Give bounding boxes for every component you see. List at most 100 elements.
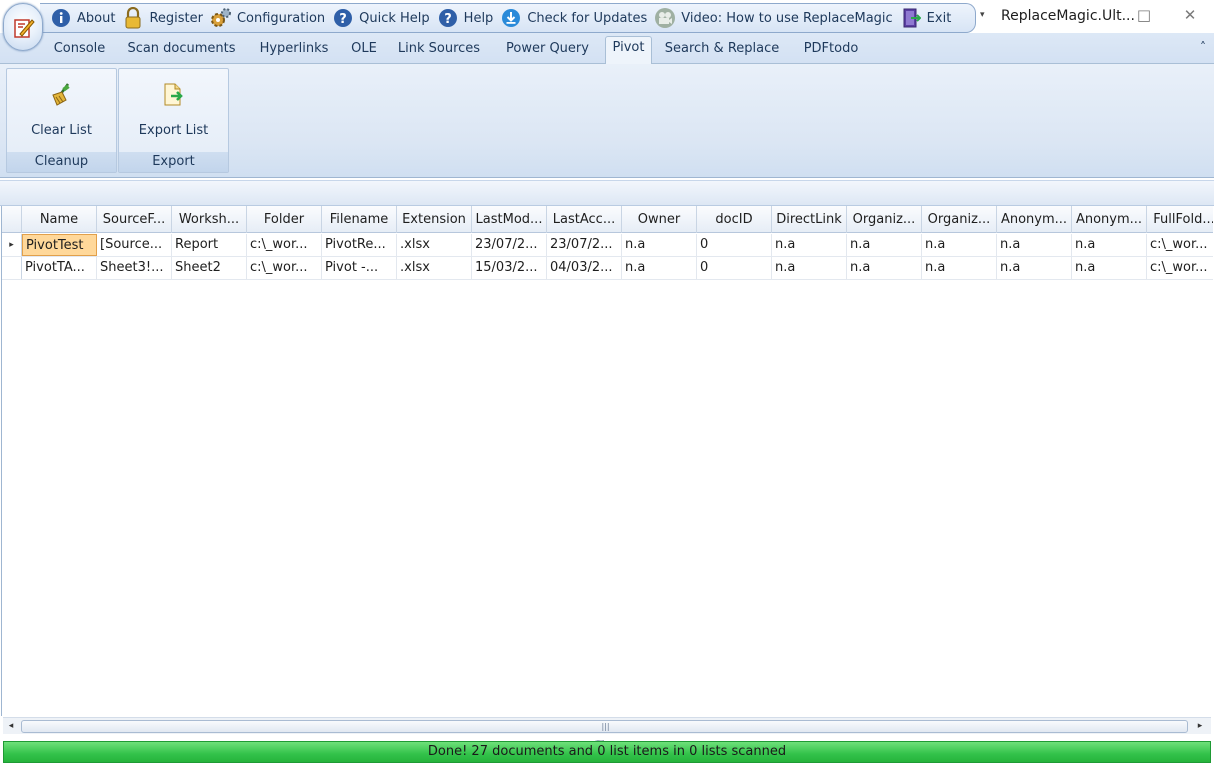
table-cell[interactable]: c:\_wor... [247,257,322,279]
app-menu-button[interactable] [3,3,43,51]
configuration-label: Configuration [236,10,326,26]
table-cell[interactable]: 04/03/2... [547,257,622,279]
collapse-ribbon-button[interactable]: ˄ [1200,40,1206,54]
table-cell[interactable]: 15/03/2... [472,257,547,279]
table-cell[interactable]: n.a [772,234,847,256]
broom-icon [48,81,76,109]
tab-pivot[interactable]: Pivot [605,36,652,65]
table-cell[interactable]: n.a [997,257,1072,279]
tab-power-query[interactable]: Power Query [497,38,598,64]
video-button[interactable]: Video: How to use ReplaceMagic [654,5,893,31]
scrollbar-thumb[interactable]: ||| [21,720,1188,733]
check-updates-button[interactable]: Check for Updates [500,5,647,31]
table-row[interactable]: PivotTA... Sheet3!... Sheet2 c:\_wor... … [2,257,1213,280]
tab-console[interactable]: Console [46,38,113,64]
table-cell[interactable]: 23/07/2... [547,234,622,256]
column-header-filename[interactable]: Filename [322,206,397,233]
question-icon: ? [437,7,459,29]
table-cell[interactable]: Pivot -... [322,257,397,279]
table-cell[interactable]: .xlsx [397,257,472,279]
export-list-label: Export List [138,123,209,138]
table-cell[interactable]: 0 [697,234,772,256]
register-label: Register [149,10,203,26]
cleanup-group: Clear List Cleanup [6,68,117,173]
table-cell[interactable]: .xlsx [397,234,472,256]
horizontal-scrollbar[interactable]: ◂ ||| ▸ [3,717,1211,734]
tab-hyperlinks[interactable]: Hyperlinks [252,38,336,64]
qat-customize-dropdown[interactable]: ▾ [980,10,985,20]
table-cell[interactable]: PivotTA... [22,257,97,279]
table-cell[interactable]: n.a [847,257,922,279]
table-row[interactable]: ▸ PivotTest [Source... Report c:\_wor...… [2,234,1213,257]
about-button[interactable]: About [50,5,115,31]
grid-header-row: Name SourceF... Worksh... Folder Filenam… [2,206,1213,233]
table-cell[interactable]: PivotRe... [322,234,397,256]
table-cell[interactable]: n.a [622,257,697,279]
column-header-organization-1[interactable]: Organiz... [847,206,922,233]
maximize-button[interactable]: □ [1133,4,1155,26]
table-cell[interactable]: PivotTest [22,234,97,256]
table-cell[interactable]: n.a [847,234,922,256]
table-cell[interactable]: [Source... [97,234,172,256]
scroll-left-arrow-icon[interactable]: ◂ [4,720,18,733]
table-cell[interactable]: n.a [922,257,997,279]
svg-text:?: ? [444,12,452,27]
column-header-lastaccessed[interactable]: LastAcc... [547,206,622,233]
column-header-worksheet[interactable]: Worksh... [172,206,247,233]
close-button[interactable]: ✕ [1179,4,1201,26]
configuration-button[interactable]: Configuration [210,5,325,31]
exit-label: Exit [926,10,952,26]
column-header-anonymous-2[interactable]: Anonym... [1072,206,1147,233]
tab-ole[interactable]: OLE [344,38,384,64]
tab-pdftodo[interactable]: PDFtodo [797,38,865,64]
column-header-lastmodified[interactable]: LastMod... [472,206,547,233]
export-list-button[interactable]: Export List [119,69,228,153]
register-button[interactable]: Register [122,5,203,31]
column-header-organization-2[interactable]: Organiz... [922,206,997,233]
table-cell[interactable]: 0 [697,257,772,279]
scroll-right-arrow-icon[interactable]: ▸ [1193,720,1207,733]
column-header-fullfolder[interactable]: FullFold... [1147,206,1213,233]
table-cell[interactable]: Report [172,234,247,256]
clear-list-label: Clear List [31,123,92,138]
tab-link-sources[interactable]: Link Sources [391,38,487,64]
column-header-docid[interactable]: docID [697,206,772,233]
table-cell[interactable]: n.a [922,234,997,256]
pivot-data-grid[interactable]: Name SourceF... Worksh... Folder Filenam… [1,206,1213,716]
column-header-folder[interactable]: Folder [247,206,322,233]
table-cell[interactable]: 23/07/2... [472,234,547,256]
svg-text:?: ? [339,12,347,27]
tab-scan-documents[interactable]: Scan documents [119,38,244,64]
video-label: Video: How to use ReplaceMagic [681,10,893,26]
quick-help-button[interactable]: ? Quick Help [332,5,430,31]
title-bar: About Register Configuration ? Quick Hel… [0,0,1214,51]
column-header-name[interactable]: Name [22,206,97,233]
tab-search-replace[interactable]: Search & Replace [657,38,787,64]
table-cell[interactable]: n.a [1072,257,1147,279]
about-label: About [77,10,116,26]
scrollbar-grip-icon: ||| [601,722,610,731]
clear-list-button[interactable]: Clear List [7,69,116,153]
column-header-anonymous-1[interactable]: Anonym... [997,206,1072,233]
table-cell[interactable]: n.a [622,234,697,256]
exit-button[interactable]: Exit [900,5,952,31]
table-cell[interactable]: c:\_wor... [1147,257,1213,279]
table-cell[interactable]: n.a [1072,234,1147,256]
table-cell[interactable]: c:\_wor... [247,234,322,256]
ribbon-tab-row: Console Scan documents Hyperlinks OLE Li… [0,33,1214,65]
table-cell[interactable]: Sheet3!... [97,257,172,279]
help-button[interactable]: ? Help [437,5,493,31]
info-icon [50,7,72,29]
column-header-owner[interactable]: Owner [622,206,697,233]
export-group-caption: Export [119,152,228,172]
question-icon: ? [332,7,354,29]
status-bar: Done! 27 documents and 0 list items in 0… [3,741,1211,763]
ribbon-panel: Clear List Cleanup Export List Export [0,64,1214,178]
table-cell[interactable]: n.a [997,234,1072,256]
column-header-directlink[interactable]: DirectLink [772,206,847,233]
table-cell[interactable]: c:\_wor... [1147,234,1213,256]
table-cell[interactable]: n.a [772,257,847,279]
column-header-sourcefile[interactable]: SourceF... [97,206,172,233]
table-cell[interactable]: Sheet2 [172,257,247,279]
column-header-extension[interactable]: Extension [397,206,472,233]
